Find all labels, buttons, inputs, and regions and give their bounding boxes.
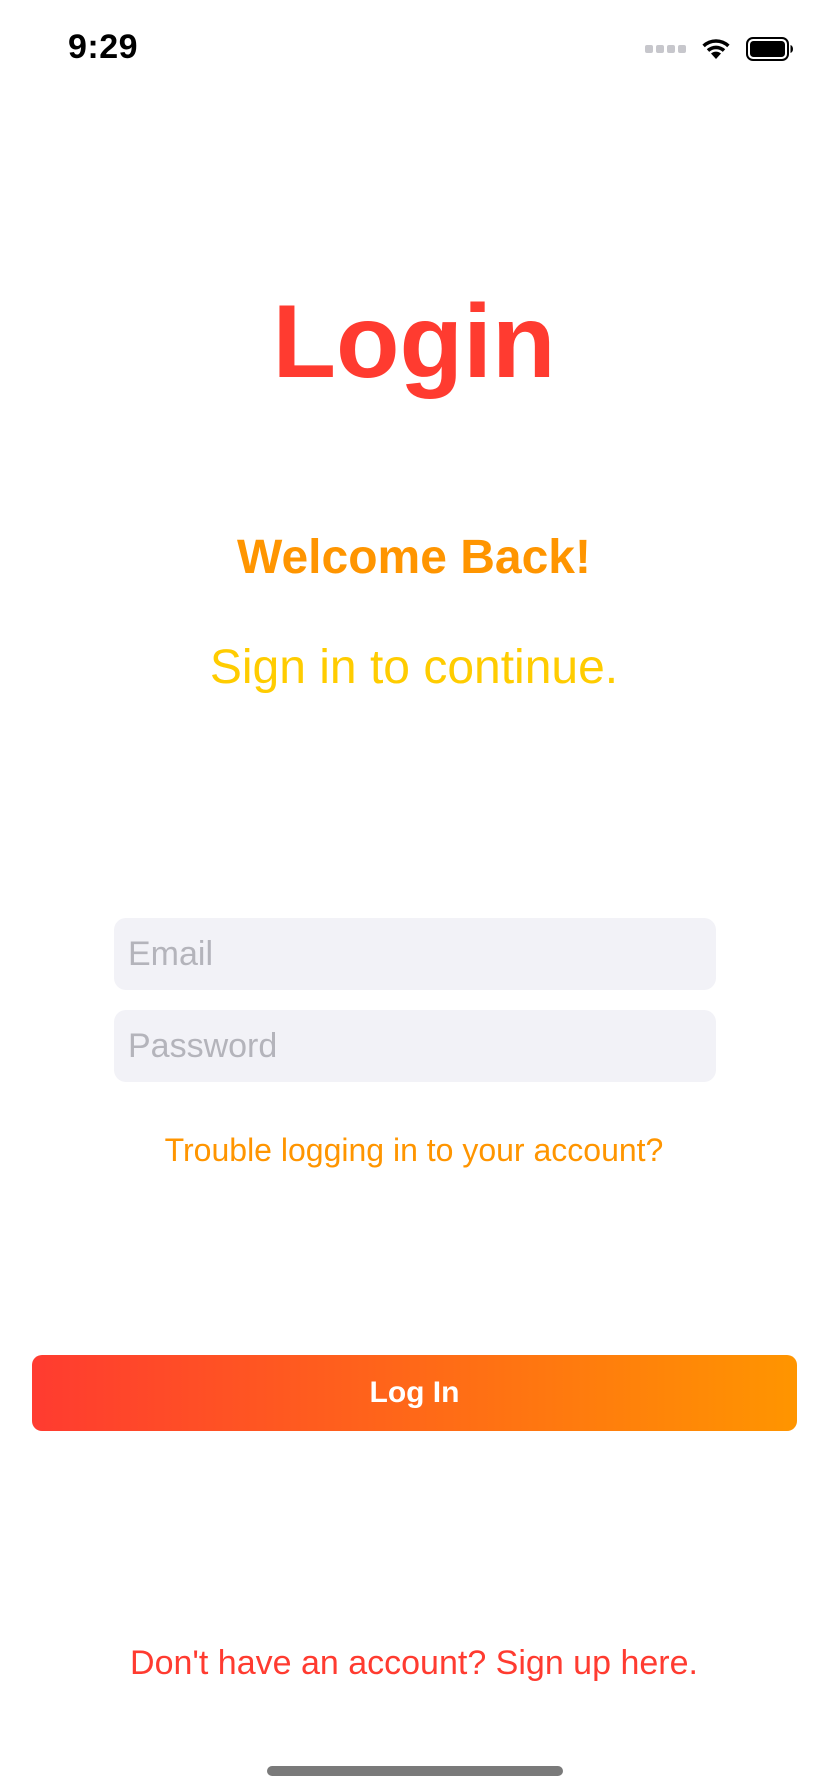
login-button[interactable]: Log In [32, 1355, 797, 1431]
battery-icon [746, 37, 794, 61]
status-bar: 9:29 [0, 0, 828, 100]
password-field[interactable] [114, 1010, 716, 1082]
page-title: Login [272, 284, 556, 400]
status-time: 9:29 [68, 28, 139, 66]
trouble-logging-in-link[interactable]: Trouble logging in to your account? [0, 1134, 828, 1166]
signup-link[interactable]: Don't have an account? Sign up here. [0, 1646, 828, 1680]
email-field[interactable] [114, 918, 716, 990]
status-icons [645, 34, 794, 64]
subtitle: Sign in to continue. [209, 641, 619, 694]
home-indicator[interactable] [267, 1766, 563, 1776]
cellular-signal-icon [645, 45, 686, 53]
welcome-heading: Welcome Back! [237, 531, 591, 584]
wifi-icon [700, 37, 732, 61]
